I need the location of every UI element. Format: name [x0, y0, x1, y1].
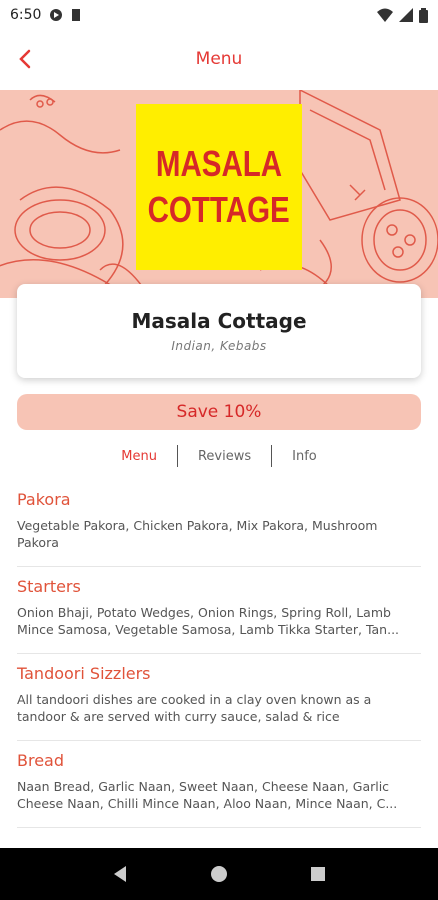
restaurant-cuisine: Indian, Kebabs [171, 339, 267, 353]
circle-home-icon [210, 866, 227, 882]
category-title: Tandoori Sizzlers [17, 664, 151, 683]
logo-line-2: COTTAGE [147, 189, 291, 230]
menu-category-item[interactable]: Bread Naan Bread, Garlic Naan, Sweet Naa… [17, 741, 421, 828]
square-recents-icon [311, 867, 326, 881]
sd-card-icon [72, 9, 81, 21]
category-description: Naan Bread, Garlic Naan, Sweet Naan, Che… [17, 779, 398, 811]
category-description: Vegetable Pakora, Chicken Pakora, Mix Pa… [17, 518, 378, 550]
tab-reviews[interactable]: Reviews [178, 449, 271, 464]
signal-icon [399, 8, 413, 22]
battery-icon [419, 7, 428, 23]
nav-back-button[interactable] [108, 862, 132, 886]
system-nav-bar [0, 848, 438, 900]
back-button[interactable] [10, 44, 40, 74]
status-time: 6:50 [10, 7, 42, 23]
logo-line-1: MASALA [155, 143, 283, 184]
menu-category-list: Pakora Vegetable Pakora, Chicken Pakora,… [17, 480, 421, 828]
tab-menu[interactable]: Menu [101, 449, 177, 464]
restaurant-name: Masala Cottage [131, 309, 307, 333]
page-title: Menu [195, 49, 243, 69]
tab-bar: Menu Reviews Info [0, 442, 438, 470]
wifi-icon [377, 8, 393, 22]
nav-recents-button[interactable] [306, 862, 330, 886]
status-bar: 6:50 [0, 0, 438, 30]
category-description: Onion Bhaji, Potato Wedges, Onion Rings,… [17, 605, 400, 637]
restaurant-logo: MASALA COTTAGE [136, 104, 302, 270]
menu-category-item[interactable]: Tandoori Sizzlers All tandoori dishes ar… [17, 654, 421, 741]
restaurant-banner: MASALA COTTAGE [0, 90, 438, 298]
category-title: Pakora [17, 490, 71, 509]
nav-home-button[interactable] [207, 862, 231, 886]
restaurant-info-card: Masala Cottage Indian, Kebabs [17, 284, 421, 378]
notification-icon [50, 9, 63, 21]
menu-category-item[interactable]: Starters Onion Bhaji, Potato Wedges, Oni… [17, 567, 421, 654]
category-title: Starters [17, 577, 81, 596]
triangle-back-icon [113, 866, 126, 882]
category-description: All tandoori dishes are cooked in a clay… [17, 692, 372, 724]
app-bar: Menu [0, 30, 438, 88]
tab-info[interactable]: Info [272, 449, 337, 464]
category-title: Bread [17, 751, 65, 770]
offer-badge[interactable]: Save 10% [17, 394, 421, 430]
back-arrow-icon [19, 49, 31, 69]
menu-category-item[interactable]: Pakora Vegetable Pakora, Chicken Pakora,… [17, 480, 421, 567]
